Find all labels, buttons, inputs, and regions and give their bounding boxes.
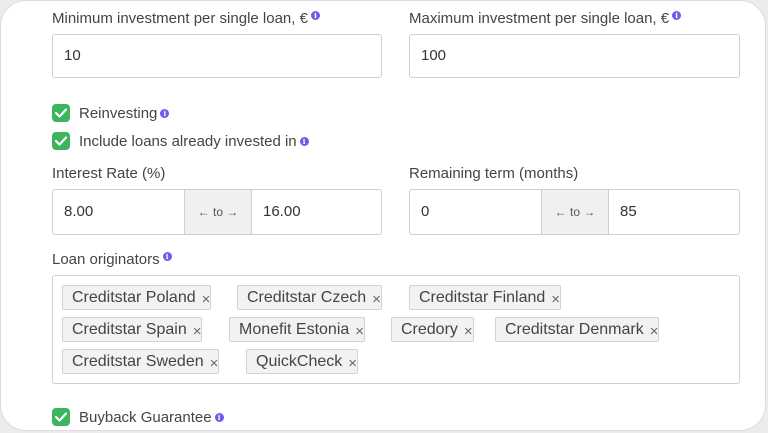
tag-credory: Credory × — [391, 317, 474, 342]
tag-quickcheck: QuickCheck × — [246, 349, 359, 375]
info-icon[interactable]: i — [672, 11, 682, 20]
info-icon[interactable]: i — [160, 109, 170, 118]
buyback-checkbox[interactable] — [52, 408, 70, 426]
check-icon — [55, 412, 67, 422]
interest-rate-range: 8.00 ← to → 16.00 — [52, 189, 382, 235]
tag-creditstar-finland: Creditstar Finland × — [409, 285, 562, 311]
max-investment-input[interactable]: 100 — [409, 34, 740, 78]
close-icon[interactable]: × — [202, 288, 211, 311]
buyback-row: Buyback Guarantee i — [52, 408, 224, 426]
loan-originators-select[interactable]: Creditstar Poland × Creditstar Czech × Cre… — [52, 275, 740, 384]
tag-creditstar-denmark: Creditstar Denmark × — [495, 317, 660, 343]
interest-rate-from-input[interactable]: 8.00 — [53, 190, 184, 234]
remaining-term-range: 0 ← to → 85 — [409, 189, 740, 235]
tag-creditstar-sweden: Creditstar Sweden × — [62, 349, 220, 375]
close-icon[interactable]: × — [372, 288, 381, 311]
filter-panel: Minimum investment per single loan, € i 1… — [0, 0, 766, 431]
info-icon[interactable]: i — [214, 413, 224, 422]
tag-creditstar-spain: Creditstar Spain × — [62, 317, 203, 343]
close-icon[interactable]: × — [193, 320, 202, 343]
reinvesting-row: Reinvesting i — [52, 104, 170, 122]
buyback-label: Buyback Guarantee — [79, 408, 212, 426]
info-icon[interactable]: i — [299, 137, 309, 146]
reinvesting-label: Reinvesting — [79, 104, 158, 122]
remaining-term-to-input[interactable]: 85 — [609, 190, 739, 234]
info-icon[interactable]: i — [310, 11, 320, 20]
close-icon[interactable]: × — [355, 320, 364, 343]
range-separator: ← to → — [184, 190, 252, 234]
info-icon[interactable]: i — [162, 252, 172, 261]
close-icon[interactable]: × — [551, 288, 560, 311]
tag-creditstar-poland: Creditstar Poland × — [62, 285, 212, 311]
tag-monefit-estonia: Monefit Estonia × — [229, 317, 366, 343]
include-invested-row: Include loans already invested in i — [52, 132, 309, 150]
min-investment-input[interactable]: 10 — [52, 34, 382, 78]
min-investment-label: Minimum investment per single loan, € i — [52, 10, 320, 27]
remaining-term-label: Remaining term (months) — [409, 165, 579, 182]
interest-rate-to-input[interactable]: 16.00 — [252, 190, 381, 234]
close-icon[interactable]: × — [650, 320, 659, 343]
reinvesting-checkbox[interactable] — [52, 104, 70, 122]
check-icon — [55, 136, 67, 146]
tag-creditstar-czech: Creditstar Czech × — [237, 285, 382, 310]
interest-rate-label: Interest Rate (%) — [52, 165, 166, 182]
max-investment-label: Maximum investment per single loan, € i — [409, 10, 682, 27]
remaining-term-from-input[interactable]: 0 — [410, 190, 541, 234]
include-invested-label: Include loans already invested in — [79, 132, 297, 150]
loan-originators-label: Loan originators i — [52, 251, 172, 268]
close-icon[interactable]: × — [348, 352, 357, 375]
check-icon — [55, 108, 67, 118]
close-icon[interactable]: × — [210, 352, 219, 375]
include-invested-checkbox[interactable] — [52, 132, 70, 150]
close-icon[interactable]: × — [464, 320, 473, 343]
range-separator: ← to → — [541, 190, 609, 234]
